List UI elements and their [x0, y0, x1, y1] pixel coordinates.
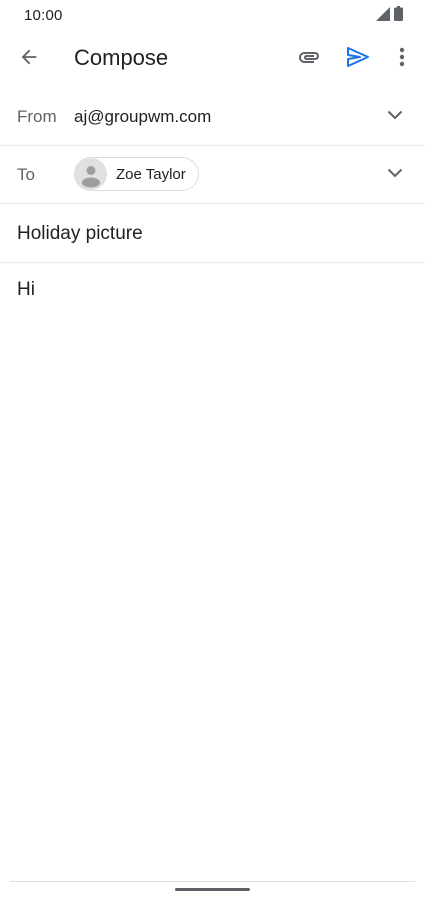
to-row: To Zoe Taylor	[0, 145, 425, 204]
status-time: 10:00	[24, 7, 63, 24]
avatar	[75, 158, 107, 190]
person-icon	[82, 166, 100, 188]
battery-icon	[394, 6, 403, 26]
paperclip-icon	[297, 45, 321, 74]
bottom-divider	[10, 881, 415, 882]
send-icon	[346, 46, 370, 73]
status-icons	[376, 6, 403, 26]
more-options-button[interactable]	[382, 39, 422, 79]
attach-button[interactable]	[289, 39, 329, 79]
page-title: Compose	[74, 45, 169, 70]
subject-row[interactable]: Holiday picture	[0, 203, 425, 263]
more-vert-icon	[399, 47, 405, 72]
from-account[interactable]: aj@groupwm.com	[74, 107, 211, 127]
from-expand-button[interactable]	[383, 104, 407, 128]
recipient-chip[interactable]: Zoe Taylor	[74, 157, 199, 191]
subject-field[interactable]: Holiday picture	[17, 223, 143, 245]
from-label: From	[17, 107, 57, 126]
cellular-signal-icon	[376, 6, 390, 26]
arrow-back-icon	[18, 46, 40, 73]
app-bar: Compose	[0, 32, 425, 86]
from-row: From aj@groupwm.com	[0, 88, 425, 146]
gesture-handle[interactable]	[175, 888, 250, 891]
back-button[interactable]	[9, 39, 49, 79]
status-bar: 10:00	[0, 0, 425, 32]
chevron-down-icon	[387, 165, 403, 183]
recipient-name: Zoe Taylor	[116, 165, 186, 183]
send-button[interactable]	[338, 39, 378, 79]
chevron-down-icon	[387, 107, 403, 125]
message-body[interactable]: Hi	[17, 279, 35, 301]
to-expand-button[interactable]	[383, 162, 407, 186]
to-label: To	[17, 165, 35, 184]
